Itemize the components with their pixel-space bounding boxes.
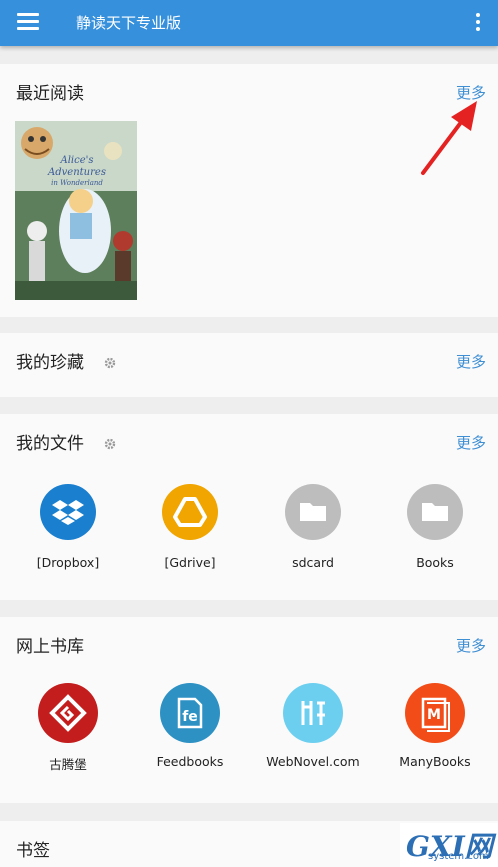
book-cover-alice[interactable]: Alice's Adventures in Wonderland bbox=[15, 121, 137, 300]
app-title: 静读天下专业版 bbox=[76, 14, 182, 32]
gutenberg-icon bbox=[38, 683, 98, 743]
svg-text:M: M bbox=[427, 707, 441, 723]
gdrive-icon bbox=[162, 484, 218, 540]
library-item-label: WebNovel.com bbox=[266, 754, 360, 769]
file-item-label: Books bbox=[416, 555, 454, 570]
folder-icon bbox=[407, 484, 463, 540]
favorites-settings-gear-icon[interactable] bbox=[104, 357, 116, 369]
library-item-webnovel[interactable]: WebNovel.com bbox=[257, 683, 369, 769]
app-bar: 静读天下专业版 bbox=[0, 0, 498, 46]
favorites-card: 我的珍藏 更多 bbox=[0, 333, 498, 397]
favorites-title: 我的珍藏 bbox=[16, 353, 84, 373]
online-library-card: 网上书库 更多 古腾堡 fe Feedbooks WebNovel.com M … bbox=[0, 617, 498, 803]
annotation-arrow-icon bbox=[421, 101, 477, 175]
watermark-subtext: system.com bbox=[428, 851, 489, 862]
my-files-card: 我的文件 更多 [Dropbox] [Gdrive] sdcard Books bbox=[0, 414, 498, 600]
online-library-title: 网上书库 bbox=[16, 637, 84, 657]
library-item-manybooks[interactable]: M ManyBooks bbox=[379, 683, 491, 769]
folder-icon bbox=[285, 484, 341, 540]
library-more-link[interactable]: 更多 bbox=[456, 635, 486, 657]
favorites-more-link[interactable]: 更多 bbox=[456, 351, 486, 373]
manybooks-icon: M bbox=[405, 683, 465, 743]
file-item-sdcard[interactable]: sdcard bbox=[257, 484, 369, 570]
cover-title-line1: Alice's bbox=[59, 155, 93, 166]
library-item-label: 古腾堡 bbox=[49, 757, 87, 772]
feedbooks-icon: fe bbox=[160, 683, 220, 743]
dropbox-icon bbox=[40, 484, 96, 540]
file-item-label: sdcard bbox=[292, 555, 334, 570]
library-item-feedbooks[interactable]: fe Feedbooks bbox=[134, 683, 246, 769]
file-item-gdrive[interactable]: [Gdrive] bbox=[134, 484, 246, 570]
alice-cover-illustration: Alice's Adventures in Wonderland bbox=[15, 121, 137, 300]
cover-title-line3: in Wonderland bbox=[51, 179, 103, 187]
files-more-link[interactable]: 更多 bbox=[456, 432, 486, 454]
cover-title-line2: Adventures bbox=[47, 167, 106, 178]
site-watermark: GXI网 system.com bbox=[400, 823, 498, 867]
recent-reading-title: 最近阅读 bbox=[16, 84, 84, 104]
overflow-menu-icon[interactable] bbox=[468, 13, 488, 35]
files-settings-gear-icon[interactable] bbox=[104, 438, 116, 450]
hamburger-menu-icon[interactable] bbox=[17, 13, 39, 33]
bookmarks-title: 书签 bbox=[16, 841, 50, 861]
file-item-label: [Gdrive] bbox=[164, 555, 216, 570]
library-item-gutenberg[interactable]: 古腾堡 bbox=[12, 683, 124, 773]
my-files-title: 我的文件 bbox=[16, 434, 84, 454]
file-item-dropbox[interactable]: [Dropbox] bbox=[12, 484, 124, 570]
library-item-label: Feedbooks bbox=[156, 754, 224, 769]
webnovel-icon bbox=[283, 683, 343, 743]
file-item-books[interactable]: Books bbox=[379, 484, 491, 570]
library-item-label: ManyBooks bbox=[399, 754, 471, 769]
svg-text:fe: fe bbox=[182, 709, 198, 725]
file-item-label: [Dropbox] bbox=[36, 555, 100, 570]
